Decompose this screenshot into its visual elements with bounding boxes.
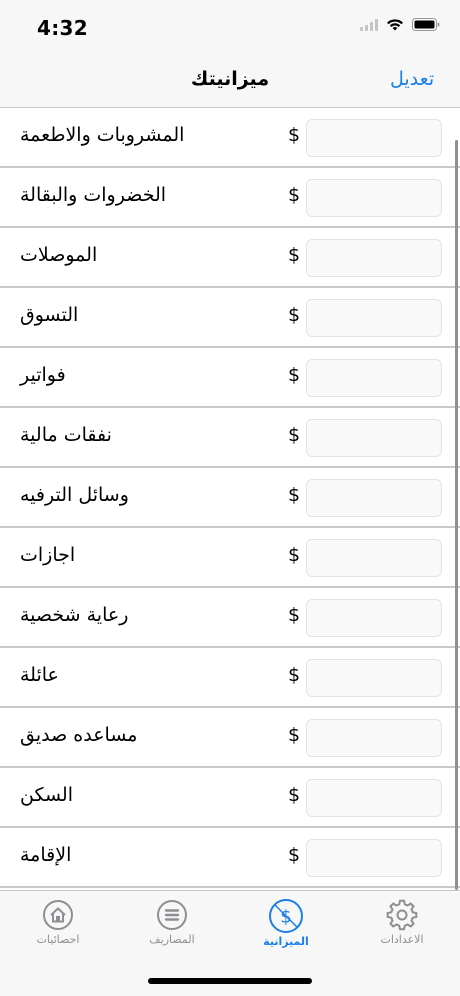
list-item: المشروبات والاطعمة $ <box>0 108 460 168</box>
tab-statistics[interactable]: احصائيات <box>18 899 98 946</box>
budget-amount-input[interactable] <box>306 359 442 397</box>
budget-amount-input[interactable] <box>306 119 442 157</box>
category-label: نفقات مالية <box>20 424 112 446</box>
status-icons <box>360 18 440 31</box>
budget-amount-input[interactable] <box>306 779 442 817</box>
edit-button[interactable]: تعديل <box>390 68 434 90</box>
currency-symbol: $ <box>288 304 301 326</box>
list-item: التسوق $ <box>0 288 460 348</box>
category-label: اجازات <box>20 544 76 566</box>
budget-amount-input[interactable] <box>306 419 442 457</box>
tab-label: احصائيات <box>36 933 80 946</box>
currency-symbol: $ <box>288 784 301 806</box>
list-item: فواتير $ <box>0 348 460 408</box>
home-indicator <box>148 978 312 984</box>
budget-list[interactable]: المشروبات والاطعمة $ الخضروات والبقالة $… <box>0 108 460 890</box>
list-item: نفقات مالية $ <box>0 408 460 468</box>
signal-icon <box>360 18 378 31</box>
category-label: التسوق <box>20 304 79 326</box>
tab-budget[interactable]: $ الميزانية <box>246 899 326 948</box>
budget-amount-input[interactable] <box>306 299 442 337</box>
list-item: اجازات $ <box>0 528 460 588</box>
category-label: مساعده صديق <box>20 724 138 746</box>
currency-symbol: $ <box>288 424 301 446</box>
scroll-indicator[interactable] <box>455 140 458 890</box>
category-label: السكن <box>20 784 73 806</box>
tab-expenses[interactable]: المصاريف <box>132 899 212 946</box>
budget-amount-input[interactable] <box>306 179 442 217</box>
currency-symbol: $ <box>288 484 301 506</box>
currency-symbol: $ <box>288 604 301 626</box>
list-item: مساعده صديق $ <box>0 708 460 768</box>
battery-icon <box>412 18 440 31</box>
currency-symbol: $ <box>288 364 301 386</box>
budget-amount-input[interactable] <box>306 839 442 877</box>
category-label: الموصلات <box>20 244 98 266</box>
list-item: رعاية شخصية $ <box>0 588 460 648</box>
category-label: فواتير <box>20 364 66 386</box>
currency-symbol: $ <box>288 844 301 866</box>
status-time: 4:32 <box>37 16 88 40</box>
list-item: وسائل الترفيه $ <box>0 468 460 528</box>
svg-text:$: $ <box>280 907 291 928</box>
budget-amount-input[interactable] <box>306 719 442 757</box>
budget-amount-input[interactable] <box>306 539 442 577</box>
budget-amount-input[interactable] <box>306 479 442 517</box>
nav-bar: ميزانيتك تعديل <box>0 56 460 108</box>
category-label: رعاية شخصية <box>20 604 129 626</box>
budget-icon: $ <box>269 899 303 933</box>
currency-symbol: $ <box>288 244 301 266</box>
budget-amount-input[interactable] <box>306 659 442 697</box>
tab-label: الميزانية <box>263 935 309 948</box>
tab-settings[interactable]: الاعدادات <box>362 899 442 946</box>
currency-symbol: $ <box>288 544 301 566</box>
category-label: عائلة <box>20 664 59 686</box>
list-item: الخضروات والبقالة $ <box>0 168 460 228</box>
gear-icon <box>386 899 418 931</box>
list-item: الموصلات $ <box>0 228 460 288</box>
category-label: المشروبات والاطعمة <box>20 124 185 146</box>
category-label: وسائل الترفيه <box>20 484 129 506</box>
list-item: الإقامة $ <box>0 828 460 888</box>
budget-amount-input[interactable] <box>306 239 442 277</box>
list-icon <box>157 900 187 930</box>
tab-label: الاعدادات <box>380 933 424 946</box>
category-label: الخضروات والبقالة <box>20 184 167 206</box>
list-item: السكن $ <box>0 768 460 828</box>
tab-label: المصاريف <box>149 933 195 946</box>
currency-symbol: $ <box>288 184 301 206</box>
currency-symbol: $ <box>288 724 301 746</box>
home-icon <box>43 900 73 930</box>
list-item: عائلة $ <box>0 648 460 708</box>
wifi-icon <box>387 19 403 31</box>
category-label: الإقامة <box>20 844 72 866</box>
status-bar: 4:32 <box>0 0 460 56</box>
currency-symbol: $ <box>288 124 301 146</box>
currency-symbol: $ <box>288 664 301 686</box>
budget-amount-input[interactable] <box>306 599 442 637</box>
